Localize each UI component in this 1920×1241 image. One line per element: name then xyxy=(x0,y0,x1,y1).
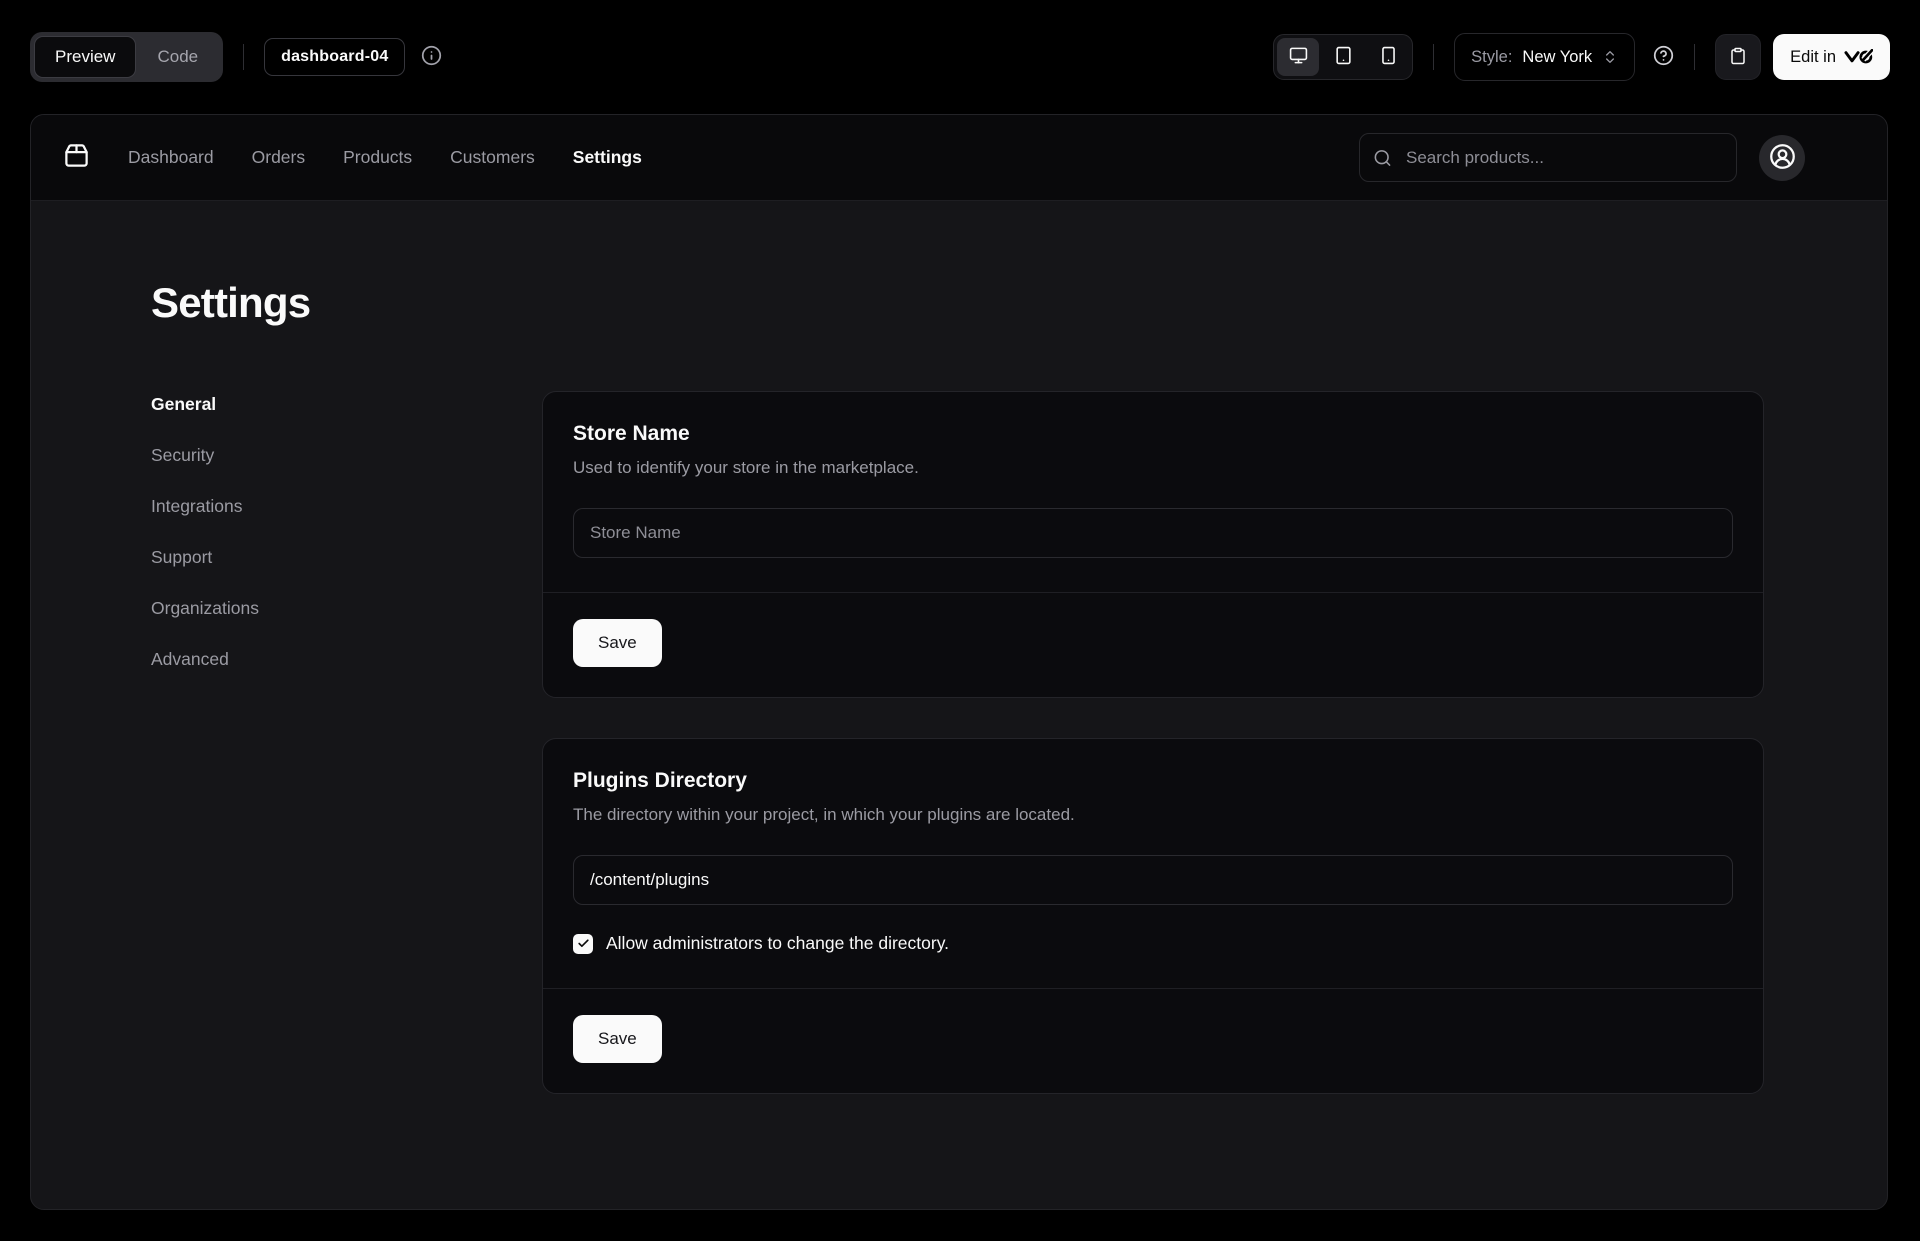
smartphone-icon xyxy=(1379,46,1398,68)
dashboard-navbar: Dashboard Orders Products Customers Sett… xyxy=(31,115,1887,201)
plugins-directory-card-header: Plugins Directory The directory within y… xyxy=(543,739,1763,827)
preview-toolbar: Preview Code dashboard-04 xyxy=(0,0,1920,114)
search-products xyxy=(1359,133,1737,182)
sidebar-item-support[interactable]: Support xyxy=(151,544,542,570)
tablet-icon xyxy=(1334,46,1353,68)
edit-in-v0-label: Edit in xyxy=(1790,48,1836,67)
style-select[interactable]: Style: New York xyxy=(1454,33,1635,81)
user-circle-icon xyxy=(1769,143,1796,173)
navbar-right-group xyxy=(1359,133,1805,182)
settings-layout: General Security Integrations Support Or… xyxy=(151,391,1764,1094)
plugins-directory-card-content: Allow administrators to change the direc… xyxy=(543,827,1763,988)
nav-link-products[interactable]: Products xyxy=(343,147,412,168)
nav-link-orders[interactable]: Orders xyxy=(252,147,305,168)
block-info-button[interactable] xyxy=(421,45,442,69)
monitor-icon xyxy=(1289,46,1308,68)
plugins-directory-card-footer: Save xyxy=(543,988,1763,1093)
sidebar-item-organizations[interactable]: Organizations xyxy=(151,595,542,621)
preview-panel: Dashboard Orders Products Customers Sett… xyxy=(30,114,1888,1210)
sidebar-item-advanced[interactable]: Advanced xyxy=(151,646,542,672)
block-name-badge: dashboard-04 xyxy=(264,38,405,76)
card-title: Plugins Directory xyxy=(573,769,1733,793)
card-description: The directory within your project, in wh… xyxy=(573,803,1733,827)
settings-sidebar-nav: General Security Integrations Support Or… xyxy=(151,391,542,672)
toolbar-right-group: Style: New York Edit in xyxy=(1273,33,1890,81)
store-name-card-header: Store Name Used to identify your store i… xyxy=(543,392,1763,480)
device-mobile-button[interactable] xyxy=(1367,38,1409,76)
user-menu-button[interactable] xyxy=(1759,135,1805,181)
store-logo-button[interactable] xyxy=(63,142,90,174)
nav-link-customers[interactable]: Customers xyxy=(450,147,535,168)
card-title: Store Name xyxy=(573,422,1733,446)
store-name-card: Store Name Used to identify your store i… xyxy=(542,391,1764,698)
allow-admins-checkbox[interactable] xyxy=(573,934,593,954)
plugins-directory-input[interactable] xyxy=(573,855,1733,905)
search-products-input[interactable] xyxy=(1359,133,1737,182)
save-button[interactable]: Save xyxy=(573,619,662,667)
card-description: Used to identify your store in the marke… xyxy=(573,456,1733,480)
nav-link-dashboard[interactable]: Dashboard xyxy=(128,147,214,168)
sidebar-item-integrations[interactable]: Integrations xyxy=(151,493,542,519)
toolbar-left-group: Preview Code dashboard-04 xyxy=(30,32,442,82)
style-select-label: Style: xyxy=(1471,48,1512,67)
check-icon xyxy=(577,937,590,950)
edit-in-v0-button[interactable]: Edit in xyxy=(1773,34,1890,80)
toolbar-divider xyxy=(1433,44,1434,70)
toolbar-divider xyxy=(243,44,244,70)
sidebar-item-general[interactable]: General xyxy=(151,391,542,417)
package-icon xyxy=(63,142,90,174)
settings-cards: Store Name Used to identify your store i… xyxy=(542,391,1764,1094)
allow-admins-row: Allow administrators to change the direc… xyxy=(573,933,1733,954)
circle-help-icon xyxy=(1653,45,1674,69)
store-name-card-content xyxy=(543,480,1763,592)
toolbar-divider xyxy=(1694,44,1695,70)
style-select-value: New York xyxy=(1522,48,1592,67)
settings-page: Settings General Security Integrations S… xyxy=(31,201,1887,1094)
copy-code-button[interactable] xyxy=(1715,34,1761,80)
device-size-toggle-group xyxy=(1273,34,1413,80)
nav-link-settings[interactable]: Settings xyxy=(573,147,642,168)
preview-code-tabs: Preview Code xyxy=(30,32,223,82)
v0-logo-icon xyxy=(1844,49,1873,65)
store-name-input[interactable] xyxy=(573,508,1733,558)
allow-admins-checkbox-label[interactable]: Allow administrators to change the direc… xyxy=(606,933,949,954)
plugins-directory-card: Plugins Directory The directory within y… xyxy=(542,738,1764,1094)
style-help-button[interactable] xyxy=(1653,45,1674,69)
device-tablet-button[interactable] xyxy=(1322,38,1364,76)
clipboard-icon xyxy=(1729,47,1747,68)
info-icon xyxy=(421,45,442,69)
main-nav: Dashboard Orders Products Customers Sett… xyxy=(128,147,642,168)
sidebar-item-security[interactable]: Security xyxy=(151,442,542,468)
tab-code[interactable]: Code xyxy=(136,36,219,78)
store-name-card-footer: Save xyxy=(543,592,1763,697)
tab-preview[interactable]: Preview xyxy=(34,36,136,78)
save-button[interactable]: Save xyxy=(573,1015,662,1063)
chevrons-up-down-icon xyxy=(1602,49,1618,65)
device-desktop-button[interactable] xyxy=(1277,38,1319,76)
search-icon xyxy=(1373,148,1392,167)
page-title: Settings xyxy=(151,279,1764,327)
